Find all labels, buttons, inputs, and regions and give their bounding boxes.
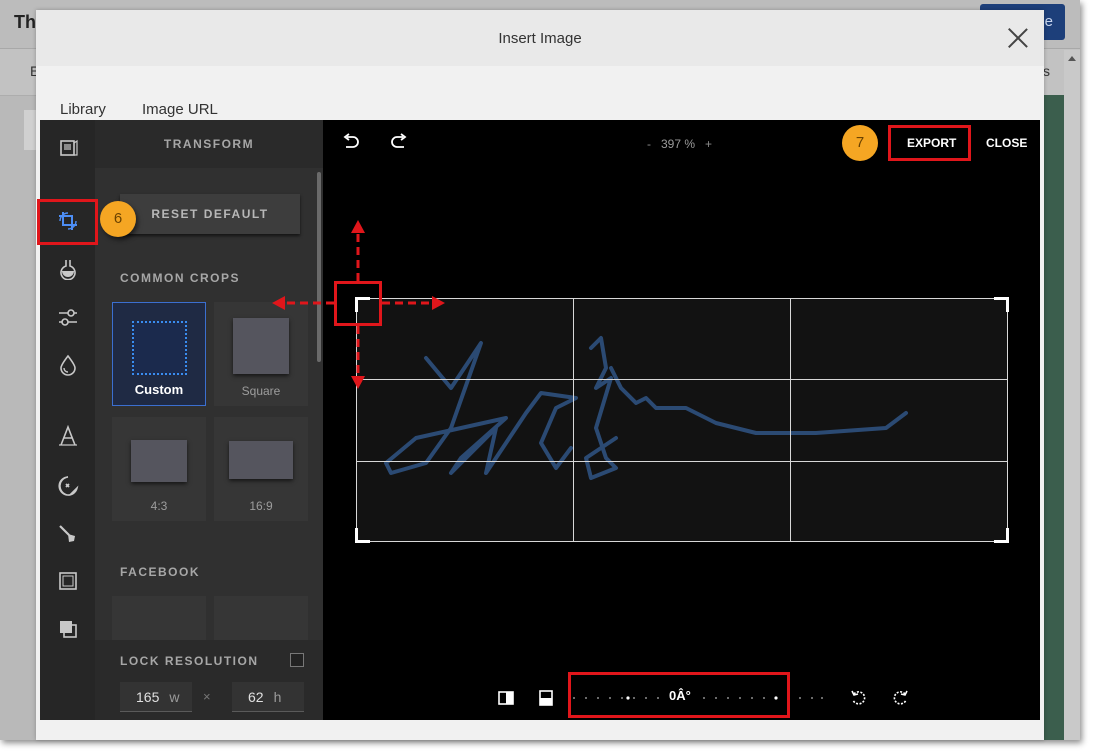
- text-icon[interactable]: [57, 424, 79, 447]
- height-unit: h: [273, 689, 282, 705]
- tab-image-url[interactable]: Image URL: [142, 101, 218, 118]
- crop-handle-top-left[interactable]: [355, 297, 370, 312]
- crop-handle-bottom-right[interactable]: [994, 528, 1009, 543]
- times-symbol: ×: [203, 689, 211, 704]
- reset-default-button[interactable]: RESET DEFAULT: [120, 194, 300, 234]
- filter-flask-icon[interactable]: [57, 258, 79, 281]
- bottom-toolbar: 0Â°: [325, 676, 1040, 720]
- close-button[interactable]: CLOSE: [986, 136, 1027, 150]
- modal-title: Insert Image: [498, 30, 582, 47]
- flip-horizontal-icon[interactable]: [497, 689, 515, 707]
- flip-vertical-icon[interactable]: [537, 689, 555, 707]
- common-crops-label: COMMON CROPS: [120, 271, 240, 285]
- zoom-out-button[interactable]: -: [647, 137, 651, 151]
- crop-option-square[interactable]: Square: [214, 302, 308, 406]
- rotate-left-icon[interactable]: [850, 689, 868, 707]
- crop-preview-shape: [229, 441, 293, 479]
- panel-title: TRANSFORM: [163, 137, 255, 151]
- grid-line-horizontal: [357, 461, 1007, 462]
- crop-option-label: 16:9: [249, 499, 273, 513]
- rotation-angle: 0Â°: [669, 688, 691, 703]
- panel-scrollbar[interactable]: [317, 172, 321, 362]
- tab-library[interactable]: Library: [60, 101, 106, 118]
- crop-option-16-9[interactable]: 16:9: [214, 417, 308, 521]
- undo-icon[interactable]: [341, 132, 361, 152]
- brush-icon[interactable]: [57, 523, 79, 545]
- height-input[interactable]: 62 h: [232, 682, 304, 712]
- tool-rail: [40, 120, 95, 720]
- crop-rotate-icon[interactable]: [57, 210, 79, 232]
- zoom-control: -397 % +: [647, 137, 712, 151]
- zoom-level: 397 %: [661, 137, 696, 151]
- frame-icon[interactable]: [57, 570, 79, 592]
- editor-stage: -397 % + EXPORT CLOSE 0Â°: [325, 120, 1040, 720]
- width-unit: w: [169, 689, 180, 705]
- adjust-sliders-icon[interactable]: [57, 306, 79, 328]
- close-icon[interactable]: [1006, 26, 1030, 50]
- lock-resolution-checkbox[interactable]: [290, 653, 304, 667]
- picture-frame-icon[interactable]: [57, 137, 79, 159]
- grid-line-horizontal: [357, 379, 1007, 380]
- grid-line-vertical: [790, 299, 791, 541]
- crop-option-facebook-2[interactable]: [214, 596, 308, 640]
- crop-option-custom[interactable]: Custom: [112, 302, 206, 406]
- export-button[interactable]: EXPORT: [907, 136, 956, 150]
- height-value: 62: [248, 689, 264, 705]
- crop-preview-shape: [233, 318, 289, 374]
- image-editor: TRANSFORM RESET DEFAULT COMMON CROPS Cus…: [40, 120, 1040, 720]
- rotate-right-icon[interactable]: [891, 689, 909, 707]
- width-input[interactable]: 165 w: [120, 682, 192, 712]
- overlay-icon[interactable]: [57, 618, 79, 640]
- grid-line-vertical: [573, 299, 574, 541]
- facebook-label: FACEBOOK: [120, 565, 201, 579]
- width-value: 165: [136, 689, 160, 705]
- crop-option-4-3[interactable]: 4:3: [112, 417, 206, 521]
- zoom-in-button[interactable]: +: [705, 137, 712, 151]
- crop-preview-shape: [131, 440, 187, 482]
- drop-icon[interactable]: [57, 354, 79, 376]
- transform-panel: TRANSFORM RESET DEFAULT COMMON CROPS Cus…: [95, 120, 323, 720]
- panel-header: TRANSFORM: [95, 120, 323, 168]
- sticker-icon[interactable]: [57, 475, 79, 497]
- app-title: Th: [14, 12, 36, 32]
- crop-handle-top-right[interactable]: [994, 297, 1009, 312]
- crop-option-label: Custom: [134, 382, 184, 397]
- lock-resolution-area: LOCK RESOLUTION 165 w × 62 h: [95, 640, 323, 720]
- redo-icon[interactable]: [389, 132, 409, 152]
- left-pane-stub: [24, 110, 36, 150]
- lock-resolution-label: LOCK RESOLUTION: [120, 654, 259, 668]
- crop-option-label: 4:3: [150, 499, 168, 513]
- crop-handle-bottom-left[interactable]: [355, 528, 370, 543]
- rotation-slider-right[interactable]: [701, 695, 826, 701]
- subheader-right-text: s: [1043, 63, 1050, 79]
- primary-action-label: e: [1044, 13, 1053, 30]
- crop-option-label: Square: [241, 384, 281, 398]
- crop-frame[interactable]: [355, 297, 1009, 543]
- crop-option-facebook-1[interactable]: [112, 596, 206, 640]
- page-scrollbar[interactable]: [1064, 50, 1080, 740]
- crop-preview-shape: [132, 321, 187, 375]
- rotation-slider-left[interactable]: [571, 695, 666, 701]
